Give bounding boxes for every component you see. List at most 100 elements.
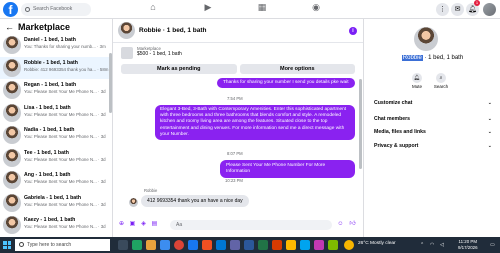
avatar [3,126,21,144]
search-placeholder: Search Facebook [33,6,73,12]
conversation-item[interactable]: Kaezy - 1 bed, 1 bath You: Please Sent Yo… [0,214,112,237]
avatar [3,148,21,167]
mute-button[interactable]: 🔔︎ Mute [407,73,427,89]
outgoing-message[interactable]: Elegant 3-Bed, 3-Bath with Contemporary … [155,105,355,141]
tray-chevron-icon[interactable]: ⌃ [420,242,424,248]
menu-icon[interactable]: ⋮ [436,3,449,16]
listing-text: $500 - 1 bed, 1 bath [137,51,182,57]
gif-icon[interactable]: ▤ [151,221,158,228]
conversation-list: Daniel - 1 bed, 1 bath You: Thanks for sh… [0,34,112,237]
app-icon[interactable] [230,240,240,250]
conversation-item[interactable]: Ang - 1 bed, 1 bath You: Please Sent Your… [0,169,112,192]
app-icon[interactable] [202,240,212,250]
outgoing-message[interactable]: Please Sent Your Me Phone Number For Mor… [220,160,355,179]
sticker-icon[interactable]: ◈ [140,221,147,228]
clock[interactable]: 11:20 PM 9/17/2026 [458,239,478,250]
edge-icon[interactable] [160,240,170,250]
info-icon[interactable]: i [349,27,357,35]
conversation-item[interactable]: Regan - 1 bed, 1 bath You: Please Sent Yo… [0,79,112,102]
plus-icon[interactable]: ⊕ [118,221,125,228]
account-avatar[interactable] [483,3,496,16]
mark-pending-button[interactable]: Mark as pending [121,64,237,74]
weather-icon[interactable] [344,240,354,250]
conversation-item[interactable]: Gabriela - 1 bed, 1 bath You: Please Sent… [0,192,112,215]
timestamp: 8:07 PM [227,151,243,156]
customize-chat-item[interactable]: Customize chat ⌄ [374,100,492,106]
excel-icon[interactable] [258,240,268,250]
conversation-item[interactable]: Lisa - 1 bed, 1 bath You: Please Sent You… [0,102,112,125]
chat-panel: Robbie · 1 bed, 1 bath i Marketplace $50… [113,19,363,237]
image-icon[interactable]: ▣ [129,221,136,228]
media-files-links-item[interactable]: Media, files and links ⌄ [374,129,492,135]
panel-header: ← Marketplace [0,19,112,34]
conversation-snippet: You: Please Sent Your Me Phone N... · 3d [24,201,106,207]
marketplace-icon[interactable]: ▦ [257,2,267,12]
network-icon[interactable]: ◠ [430,242,434,248]
app-icon[interactable] [314,240,324,250]
notification-center-icon[interactable]: ▭ [490,242,495,248]
conversation-snippet: You: Please Sent Your Me Phone N... · 3d [24,179,106,184]
scrollbar[interactable] [359,79,362,169]
volume-icon[interactable]: ◁ [440,242,444,248]
home-icon[interactable]: ⌂ [148,2,158,12]
taskbar-search-input[interactable]: Type here to search [15,239,110,251]
search-label: Search [433,84,449,89]
conversation-name: Tee - 1 bed, 1 bath [24,149,69,156]
avatar[interactable] [118,22,135,39]
word-icon[interactable] [244,240,254,250]
avatar [3,36,21,54]
scrollbar[interactable] [109,53,112,113]
search-input[interactable]: Search Facebook [21,3,91,16]
chevron-down-icon: ⌄ [487,100,492,106]
conversation-item[interactable]: Daniel - 1 bed, 1 bath You: Thanks for sh… [0,34,112,57]
conversation-snippet: You: Please Sent Your Me Phone N... · 3d [24,111,106,117]
avatar [3,103,21,122]
incoming-message[interactable]: 412 9693354 thank you an have a nice day [141,195,249,207]
more-options-button[interactable]: More options [239,64,355,74]
app-icon[interactable] [132,240,142,250]
clock-time: 11:20 PM [458,239,477,244]
avatar [129,198,138,207]
chat-members-item[interactable]: Chat members ⌄ [374,116,492,122]
avatar [3,216,21,234]
top-bar: f Search Facebook ⌂ ▶ ▦ ◉ ⋮ ✉ 🔔︎ 1 [0,0,500,19]
outgoing-message[interactable]: Thanks for sharing your number I send yo… [217,78,355,89]
app-icon[interactable] [300,240,310,250]
timestamp: 10:23 PM [225,178,243,183]
weather-text[interactable]: 26°C Mostly clear [358,241,396,246]
privacy-support-item[interactable]: Privacy & support ⌄ [374,143,492,149]
app-icon[interactable] [328,240,338,250]
app-icon[interactable] [286,240,296,250]
task-view-icon[interactable] [118,240,128,250]
video-icon[interactable]: ▶ [203,2,213,12]
search-button[interactable]: ⌕ Search [431,73,451,89]
conversation-item[interactable]: Nadia - 1 bed, 1 bath You: Please Sent Yo… [0,124,112,147]
conversation-name: Regan - 1 bed, 1 bath [24,82,77,88]
app-icon[interactable] [272,240,282,250]
chat-header: Robbie · 1 bed, 1 bath i [113,19,363,43]
file-explorer-icon[interactable] [146,240,156,250]
conversation-name: Robbie - 1 bed, 1 bath [24,59,78,66]
section-label: Media, files and links [374,129,426,135]
back-arrow-icon[interactable]: ← [5,22,14,32]
avatar [3,81,21,99]
sender-name: Robbie [144,188,158,193]
like-icon[interactable]: 👍︎ [349,221,356,228]
app-icon[interactable] [216,240,226,250]
contact-name: Robbie · 1 bed, 1 bath [364,55,500,61]
avatar[interactable] [414,27,438,51]
facebook-logo[interactable]: f [3,2,18,17]
message-input[interactable]: Aa [170,220,332,230]
messenger-icon[interactable]: ✉ [451,3,464,16]
conversation-item[interactable]: Robbie - 1 bed, 1 bath Robbie: 412 969335… [0,56,112,79]
groups-icon[interactable]: ◉ [311,2,321,12]
emoji-icon[interactable]: ☺ [337,221,344,228]
listing-card[interactable]: Marketplace $500 - 1 bed, 1 bath [113,43,363,63]
conversation-item[interactable]: Tee - 1 bed, 1 bath You: Please Sent Your… [0,147,112,170]
chrome-icon[interactable] [174,240,184,250]
listing-thumbnail [121,47,133,59]
notification-badge: 1 [474,0,480,6]
windows-start-icon[interactable] [3,241,11,249]
chat-title[interactable]: Robbie · 1 bed, 1 bath [139,27,207,34]
app-icon[interactable] [188,240,198,250]
